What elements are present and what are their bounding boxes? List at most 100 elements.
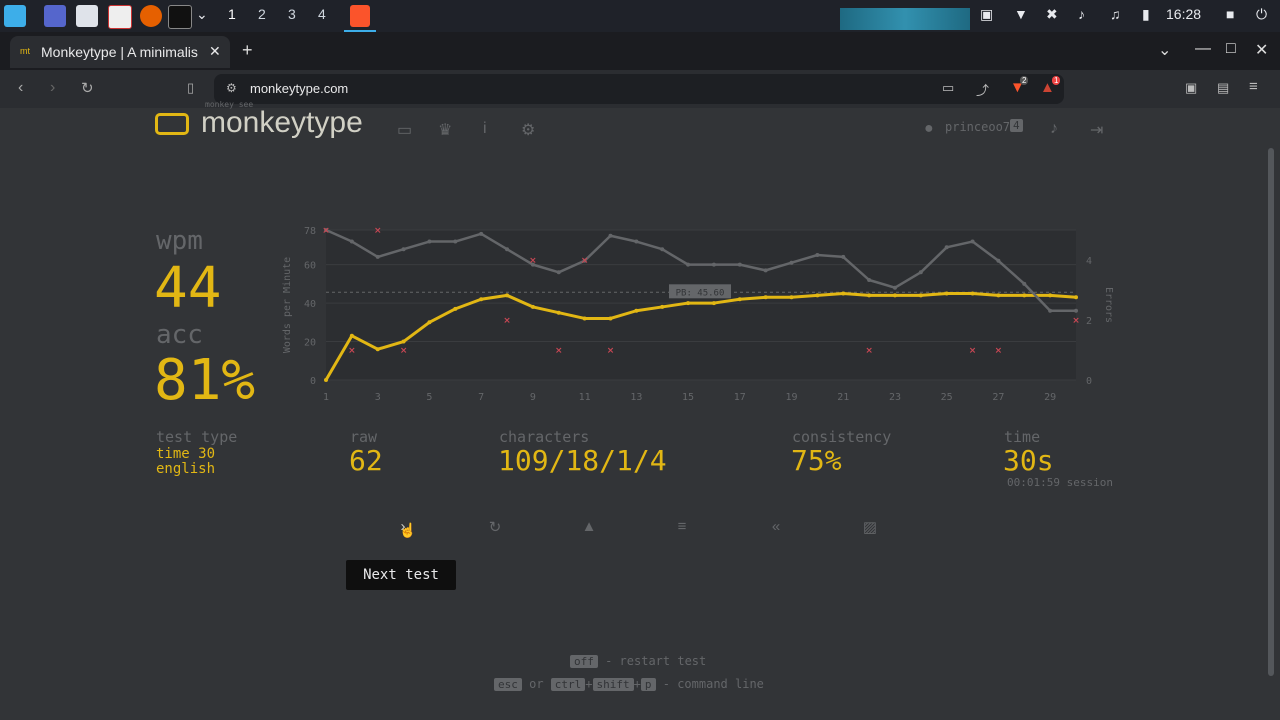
file-manager-icon[interactable] — [76, 5, 98, 27]
restart-hint-text: - restart test — [605, 654, 707, 668]
workspace-1[interactable]: 1 — [228, 6, 236, 22]
bookmark-icon[interactable]: ▯ — [187, 80, 194, 96]
minimize-icon[interactable]: — — [1195, 40, 1211, 58]
wpm-point — [944, 291, 949, 296]
close-tab-icon[interactable]: ✕ — [209, 43, 221, 60]
app-menu-icon[interactable] — [4, 5, 26, 27]
wpm-point — [349, 333, 354, 338]
raw-point — [505, 247, 510, 252]
logout-icon[interactable]: ⇥ — [1090, 120, 1103, 140]
back-icon[interactable]: ‹ — [18, 79, 23, 97]
raw-point — [634, 239, 639, 244]
sidebar-icon[interactable]: ▣ — [1185, 80, 1197, 96]
lock-icon[interactable]: ■ — [1226, 6, 1234, 22]
x-tick-label: 11 — [579, 392, 591, 403]
tab-search-icon[interactable]: ⌄ — [1158, 40, 1171, 60]
wpm-point — [892, 293, 897, 298]
practice-words-icon[interactable]: ▲ — [578, 518, 600, 535]
menu-icon[interactable]: ≡ — [1249, 78, 1258, 95]
power-icon[interactable]: ⏻ — [1256, 6, 1267, 23]
gear-icon[interactable]: ⚙ — [521, 120, 535, 140]
esc-key: esc — [494, 678, 522, 691]
monkeytype-page: monkey see monkeytype ▭ ♛ i ⚙ ● princeoo… — [0, 100, 1280, 720]
site-info-icon[interactable]: ⚙ — [226, 81, 237, 95]
notifications-icon[interactable]: ♪ — [1050, 120, 1058, 138]
error-marker: × — [969, 346, 977, 356]
workspace-4[interactable]: 4 — [318, 6, 326, 22]
test-type-line2: english — [156, 461, 216, 477]
wifi-icon[interactable]: ▼ — [1014, 6, 1028, 22]
workspace-3[interactable]: 3 — [288, 6, 296, 22]
wpm-point — [608, 316, 613, 321]
raw-point — [686, 262, 691, 267]
x-tick-label: 27 — [992, 392, 1004, 403]
x-tick-label: 1 — [323, 392, 329, 403]
crown-icon[interactable]: ♛ — [438, 120, 452, 140]
screenshot-icon[interactable]: ▨ — [859, 518, 881, 536]
username[interactable]: princeoo7 — [945, 120, 1010, 134]
document-viewer-icon[interactable] — [108, 5, 132, 29]
user-icon[interactable]: ● — [924, 120, 934, 138]
acc-value: 81% — [154, 348, 256, 413]
maximize-icon[interactable]: □ — [1226, 40, 1236, 58]
x-tick-label: 13 — [630, 392, 642, 403]
error-marker: × — [865, 346, 873, 356]
install-icon[interactable]: ▭ — [942, 80, 954, 96]
battery-icon[interactable]: ▮ — [1142, 6, 1150, 23]
wpm-point — [530, 304, 535, 309]
chevron-down-icon[interactable]: ⌄ — [196, 6, 208, 23]
terminal-icon[interactable] — [168, 5, 192, 29]
wallet-icon[interactable]: ▤ — [1217, 80, 1229, 96]
camera-icon[interactable]: ▣ — [980, 6, 993, 23]
error-marker: × — [503, 316, 511, 326]
error-marker: × — [555, 346, 563, 356]
desktop-icon[interactable] — [44, 5, 66, 27]
firefox-icon[interactable] — [140, 5, 162, 27]
raw-point — [401, 247, 406, 252]
logo[interactable]: monkey see monkeytype — [155, 100, 385, 140]
monkeytype-favicon: mt — [20, 46, 30, 56]
brave-task-icon[interactable] — [350, 5, 370, 27]
keyboard-icon[interactable]: ▭ — [397, 120, 412, 140]
scrollbar[interactable] — [1268, 148, 1274, 676]
y2-tick-label: 2 — [1086, 316, 1092, 327]
keyboard-logo-icon — [155, 113, 189, 135]
clock[interactable]: 16:28 — [1166, 6, 1201, 22]
raw-point — [763, 268, 768, 273]
tab-monkeytype[interactable]: mt Monkeytype | A minimalis ✕ — [10, 36, 230, 68]
y-tick-label: 60 — [304, 261, 316, 272]
reload-icon[interactable]: ↻ — [81, 79, 94, 97]
raw-point — [1022, 281, 1027, 286]
wpm-point — [634, 308, 639, 313]
wpm-point — [375, 347, 380, 352]
info-icon[interactable]: i — [483, 120, 487, 138]
raw-point — [1048, 308, 1053, 313]
tab-bar: mt Monkeytype | A minimalis ✕ + ⌄ — □ ✕ — [0, 32, 1280, 70]
close-window-icon[interactable]: ✕ — [1255, 40, 1268, 60]
forward-icon[interactable]: › — [50, 79, 55, 97]
raw-point — [737, 262, 742, 267]
raw-point — [660, 247, 665, 252]
toggle-words-icon[interactable]: ≡ — [671, 518, 693, 535]
wpm-point — [324, 378, 328, 382]
tray-app-icon[interactable]: ✖ — [1046, 6, 1058, 23]
repeat-test-icon[interactable]: ↻ — [484, 518, 506, 536]
p-key: p — [640, 678, 656, 691]
volume-icon[interactable]: ♪ — [1078, 6, 1085, 22]
workspace-2[interactable]: 2 — [258, 6, 266, 22]
address-bar[interactable]: ⚙ monkeytype.com ▭ ⤴ ▼ 2 ▲ 1 — [214, 74, 1064, 104]
restart-key: off — [570, 655, 598, 668]
test-type-line1: time 30 — [156, 446, 216, 462]
share-icon[interactable]: ⤴ — [976, 80, 989, 99]
replay-icon[interactable]: « — [765, 518, 787, 535]
bell-icon[interactable]: ♫ — [1110, 6, 1121, 22]
wpm-point — [867, 293, 872, 298]
wpm-point — [1022, 293, 1027, 298]
wpm-point — [789, 295, 794, 300]
wpm-value: 44 — [154, 256, 222, 321]
characters-value: 109/18/1/4 — [498, 444, 667, 477]
new-tab-icon[interactable]: + — [242, 40, 253, 61]
taskbar: ⌄ 1 2 3 4 ▣ ▼ ✖ ♪ ♫ ▮ 16:28 ■ ⏻ — [0, 0, 1280, 32]
url-text[interactable]: monkeytype.com — [250, 81, 348, 96]
wpm-point — [660, 304, 665, 309]
